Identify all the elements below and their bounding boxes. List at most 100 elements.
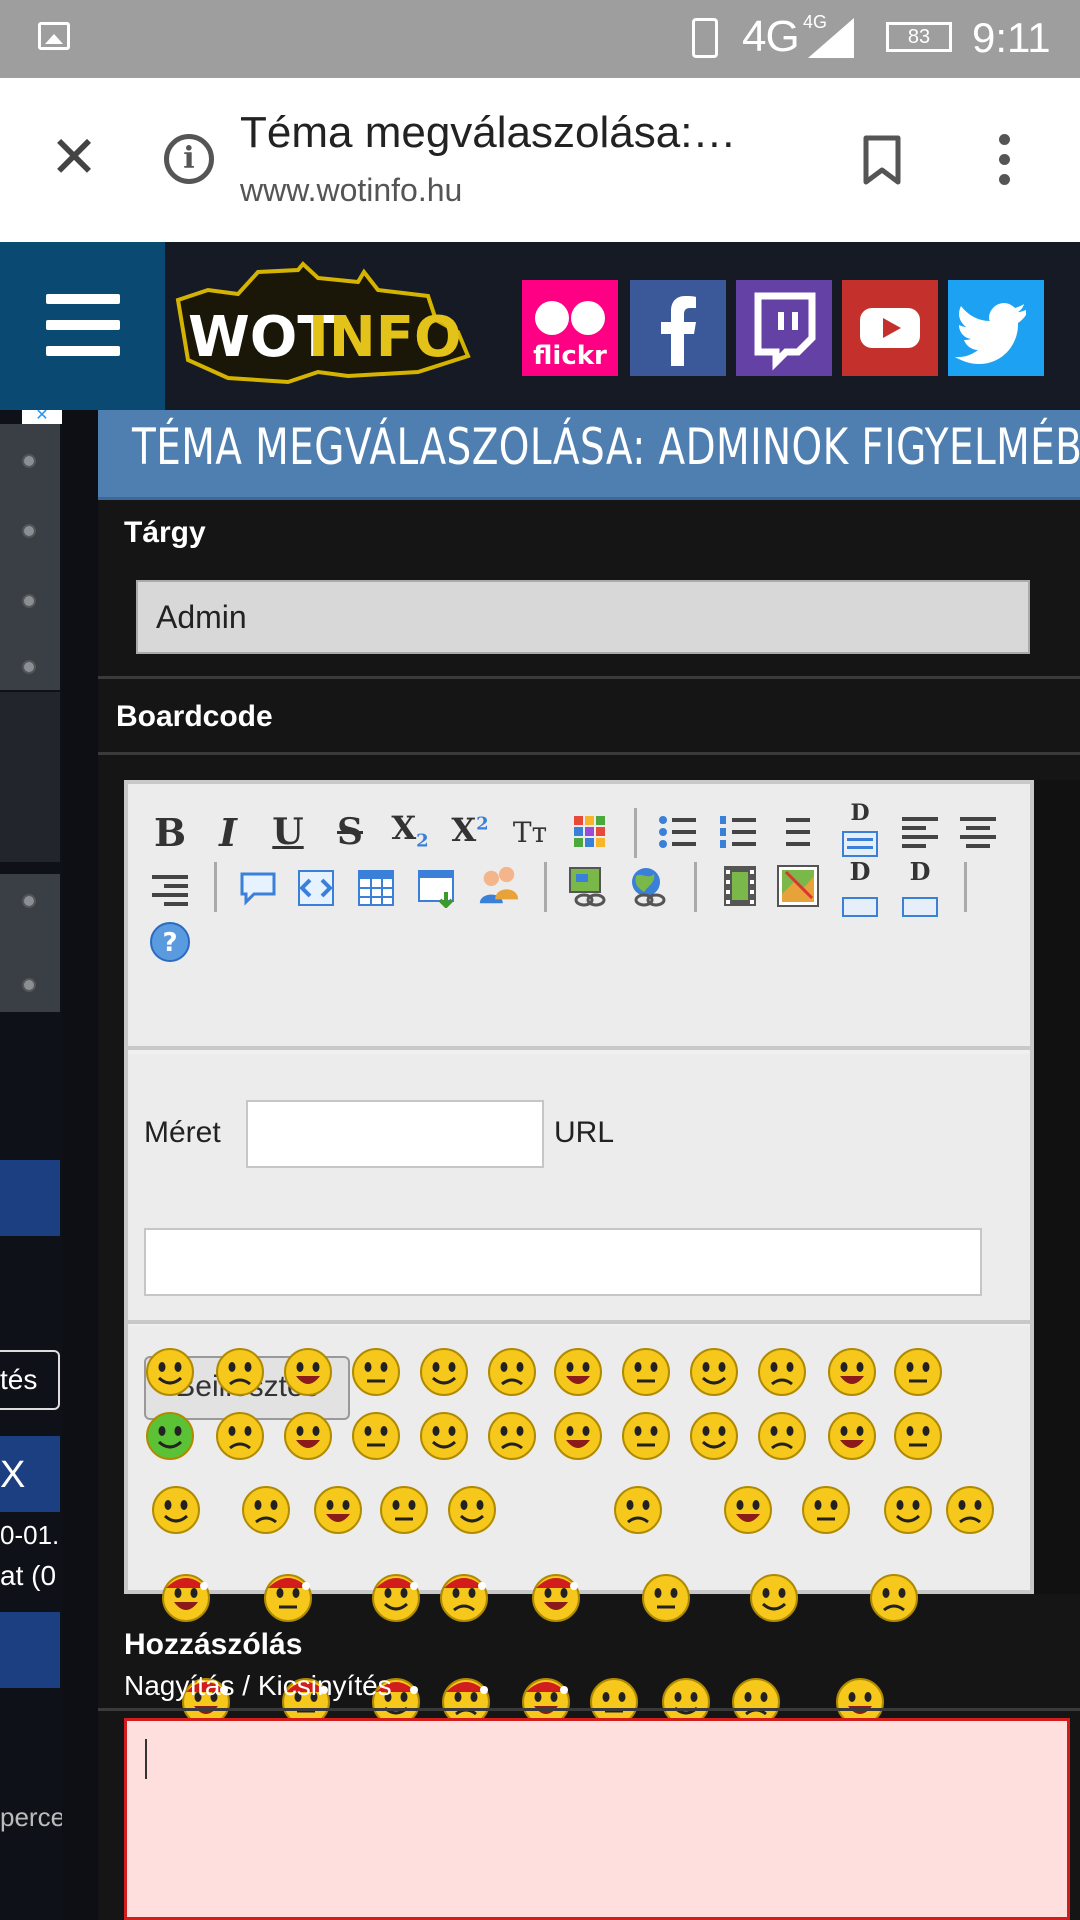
color-picker-button[interactable] bbox=[568, 810, 612, 854]
site-logo[interactable]: WOT INFO bbox=[168, 260, 518, 390]
smiley-icon[interactable] bbox=[552, 1410, 604, 1462]
sidebar-block-3[interactable] bbox=[0, 1612, 60, 1688]
image-link-button[interactable] bbox=[566, 864, 610, 908]
smiley-icon[interactable] bbox=[612, 1484, 664, 1536]
zoom-links: Nagyítás / Kicsinyítés bbox=[124, 1670, 392, 1702]
smiley-icon[interactable] bbox=[868, 1572, 920, 1624]
subscript-button[interactable]: X2 bbox=[388, 808, 432, 852]
help-icon[interactable]: ? bbox=[148, 920, 192, 964]
smiley-icon[interactable] bbox=[620, 1346, 672, 1398]
text-caret bbox=[145, 1739, 147, 1779]
bold-button[interactable]: B bbox=[148, 810, 192, 855]
smiley-icon[interactable] bbox=[144, 1410, 196, 1462]
smiley-icon[interactable] bbox=[438, 1572, 490, 1624]
smiley-icon[interactable] bbox=[378, 1484, 430, 1536]
smiley-icon[interactable] bbox=[688, 1410, 740, 1462]
smiley-icon[interactable] bbox=[748, 1572, 800, 1624]
window-insert-button[interactable] bbox=[416, 866, 460, 910]
smiley-icon[interactable] bbox=[892, 1346, 944, 1398]
sidebar-button[interactable]: tés bbox=[0, 1350, 60, 1410]
smiley-icon[interactable] bbox=[688, 1346, 740, 1398]
page-url[interactable]: www.wotinfo.hu bbox=[240, 172, 462, 209]
smiley-icon[interactable] bbox=[640, 1572, 692, 1624]
list-button[interactable] bbox=[776, 810, 820, 854]
block-button-b[interactable]: D bbox=[838, 856, 882, 920]
smiley-icon[interactable] bbox=[826, 1410, 878, 1462]
smiley-icon[interactable] bbox=[722, 1484, 774, 1536]
smiley-icon[interactable] bbox=[144, 1346, 196, 1398]
smiley-icon[interactable] bbox=[350, 1410, 402, 1462]
block-center-button[interactable]: D bbox=[838, 800, 882, 864]
smiley-icon[interactable] bbox=[882, 1484, 934, 1536]
clock: 9:11 bbox=[972, 14, 1051, 61]
smiley-icon[interactable] bbox=[756, 1346, 808, 1398]
sidebar-x-text: X bbox=[0, 1454, 26, 1496]
smiley-icon[interactable] bbox=[370, 1572, 422, 1624]
video-button[interactable] bbox=[718, 864, 762, 908]
overflow-menu-icon[interactable] bbox=[996, 134, 1012, 190]
url-input[interactable] bbox=[144, 1228, 982, 1296]
align-right-button[interactable] bbox=[148, 868, 192, 912]
numbered-list-button[interactable] bbox=[716, 810, 760, 854]
smiley-icon[interactable] bbox=[446, 1484, 498, 1536]
bookmark-icon[interactable] bbox=[862, 134, 902, 186]
zoom-in-link[interactable]: Nagyítás bbox=[124, 1670, 235, 1701]
smiley-icon[interactable] bbox=[214, 1346, 266, 1398]
twitter-icon[interactable] bbox=[948, 280, 1044, 376]
smiley-icon[interactable] bbox=[486, 1346, 538, 1398]
smiley-icon[interactable] bbox=[150, 1484, 202, 1536]
align-left-button[interactable] bbox=[898, 810, 942, 854]
comment-textarea[interactable] bbox=[124, 1718, 1070, 1920]
smiley-icon[interactable] bbox=[282, 1346, 334, 1398]
web-link-button[interactable] bbox=[626, 864, 670, 908]
smiley-icon[interactable] bbox=[800, 1484, 852, 1536]
smiley-icon[interactable] bbox=[756, 1410, 808, 1462]
smiley-icon[interactable] bbox=[418, 1410, 470, 1462]
sidebar-block-2[interactable]: X bbox=[0, 1436, 60, 1512]
ad-close-icon[interactable]: ✕ bbox=[22, 410, 62, 424]
smiley-icon[interactable] bbox=[262, 1572, 314, 1624]
smiley-icon[interactable] bbox=[892, 1410, 944, 1462]
smiley-icon[interactable] bbox=[282, 1410, 334, 1462]
smiley-icon[interactable] bbox=[214, 1410, 266, 1462]
page-title[interactable]: Téma megválaszolása:… bbox=[240, 108, 736, 158]
site-info-icon[interactable]: i bbox=[164, 134, 214, 184]
smiley-icon[interactable] bbox=[944, 1484, 996, 1536]
topic-header-bar: TÉMA MEGVÁLASZOLÁSA: ADMINOK FIGYELMÉBE bbox=[98, 410, 1080, 500]
hamburger-menu-icon[interactable] bbox=[0, 242, 165, 410]
facebook-icon[interactable] bbox=[630, 280, 726, 376]
table-button[interactable] bbox=[354, 866, 398, 910]
zoom-out-link[interactable]: Kicsinyítés bbox=[258, 1670, 392, 1701]
twitch-icon[interactable] bbox=[736, 280, 832, 376]
sidebar-block-1[interactable] bbox=[0, 1160, 60, 1236]
smiley-icon[interactable] bbox=[826, 1346, 878, 1398]
toolbar-separator bbox=[964, 862, 967, 912]
smiley-icon[interactable] bbox=[350, 1346, 402, 1398]
close-tab-icon[interactable]: ✕ bbox=[44, 128, 104, 188]
smiley-icon[interactable] bbox=[530, 1572, 582, 1624]
italic-button[interactable]: I bbox=[206, 810, 250, 855]
block-button-b2[interactable]: D bbox=[898, 856, 942, 920]
bullet-list-button[interactable] bbox=[656, 810, 700, 854]
size-input[interactable] bbox=[246, 1100, 544, 1168]
site-header: WOT INFO flickr bbox=[0, 242, 1080, 410]
smiley-icon[interactable] bbox=[160, 1572, 212, 1624]
code-button[interactable] bbox=[294, 866, 338, 910]
underline-button[interactable]: U bbox=[266, 810, 310, 854]
font-size-button[interactable]: Tт bbox=[508, 810, 552, 854]
smiley-icon[interactable] bbox=[620, 1410, 672, 1462]
smiley-icon[interactable] bbox=[418, 1346, 470, 1398]
superscript-button[interactable]: X2 bbox=[448, 808, 492, 852]
flickr-icon[interactable]: flickr bbox=[522, 280, 618, 376]
smiley-icon[interactable] bbox=[312, 1484, 364, 1536]
quote-button[interactable] bbox=[236, 866, 280, 910]
smiley-icon[interactable] bbox=[240, 1484, 292, 1536]
map-button[interactable] bbox=[776, 864, 820, 908]
subject-input[interactable]: Admin bbox=[136, 580, 1030, 654]
strikethrough-button[interactable]: S bbox=[328, 810, 372, 854]
youtube-icon[interactable] bbox=[842, 280, 938, 376]
align-center-button[interactable] bbox=[956, 810, 1000, 854]
users-button[interactable] bbox=[476, 864, 520, 908]
smiley-icon[interactable] bbox=[486, 1410, 538, 1462]
smiley-icon[interactable] bbox=[552, 1346, 604, 1398]
